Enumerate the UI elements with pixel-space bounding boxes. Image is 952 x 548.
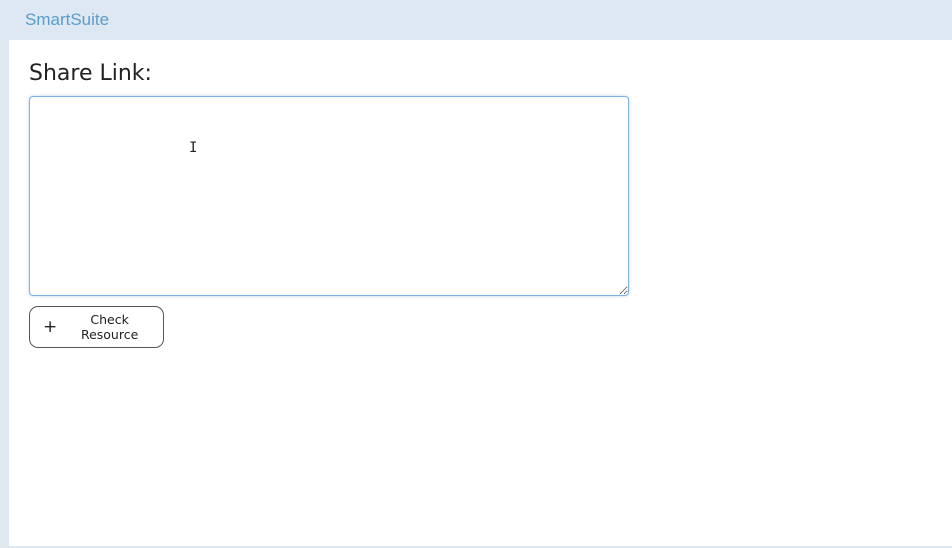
plus-icon: + [43,316,58,337]
check-resource-button[interactable]: + Check Resource [29,306,164,348]
share-link-textarea[interactable] [29,96,629,296]
share-link-label: Share Link: [29,61,152,86]
brand-title[interactable]: SmartSuite [25,10,109,30]
main-panel: Share Link: I + Check Resource [9,40,952,546]
top-bar: SmartSuite [0,0,952,40]
check-resource-label: Check Resource [80,312,139,342]
